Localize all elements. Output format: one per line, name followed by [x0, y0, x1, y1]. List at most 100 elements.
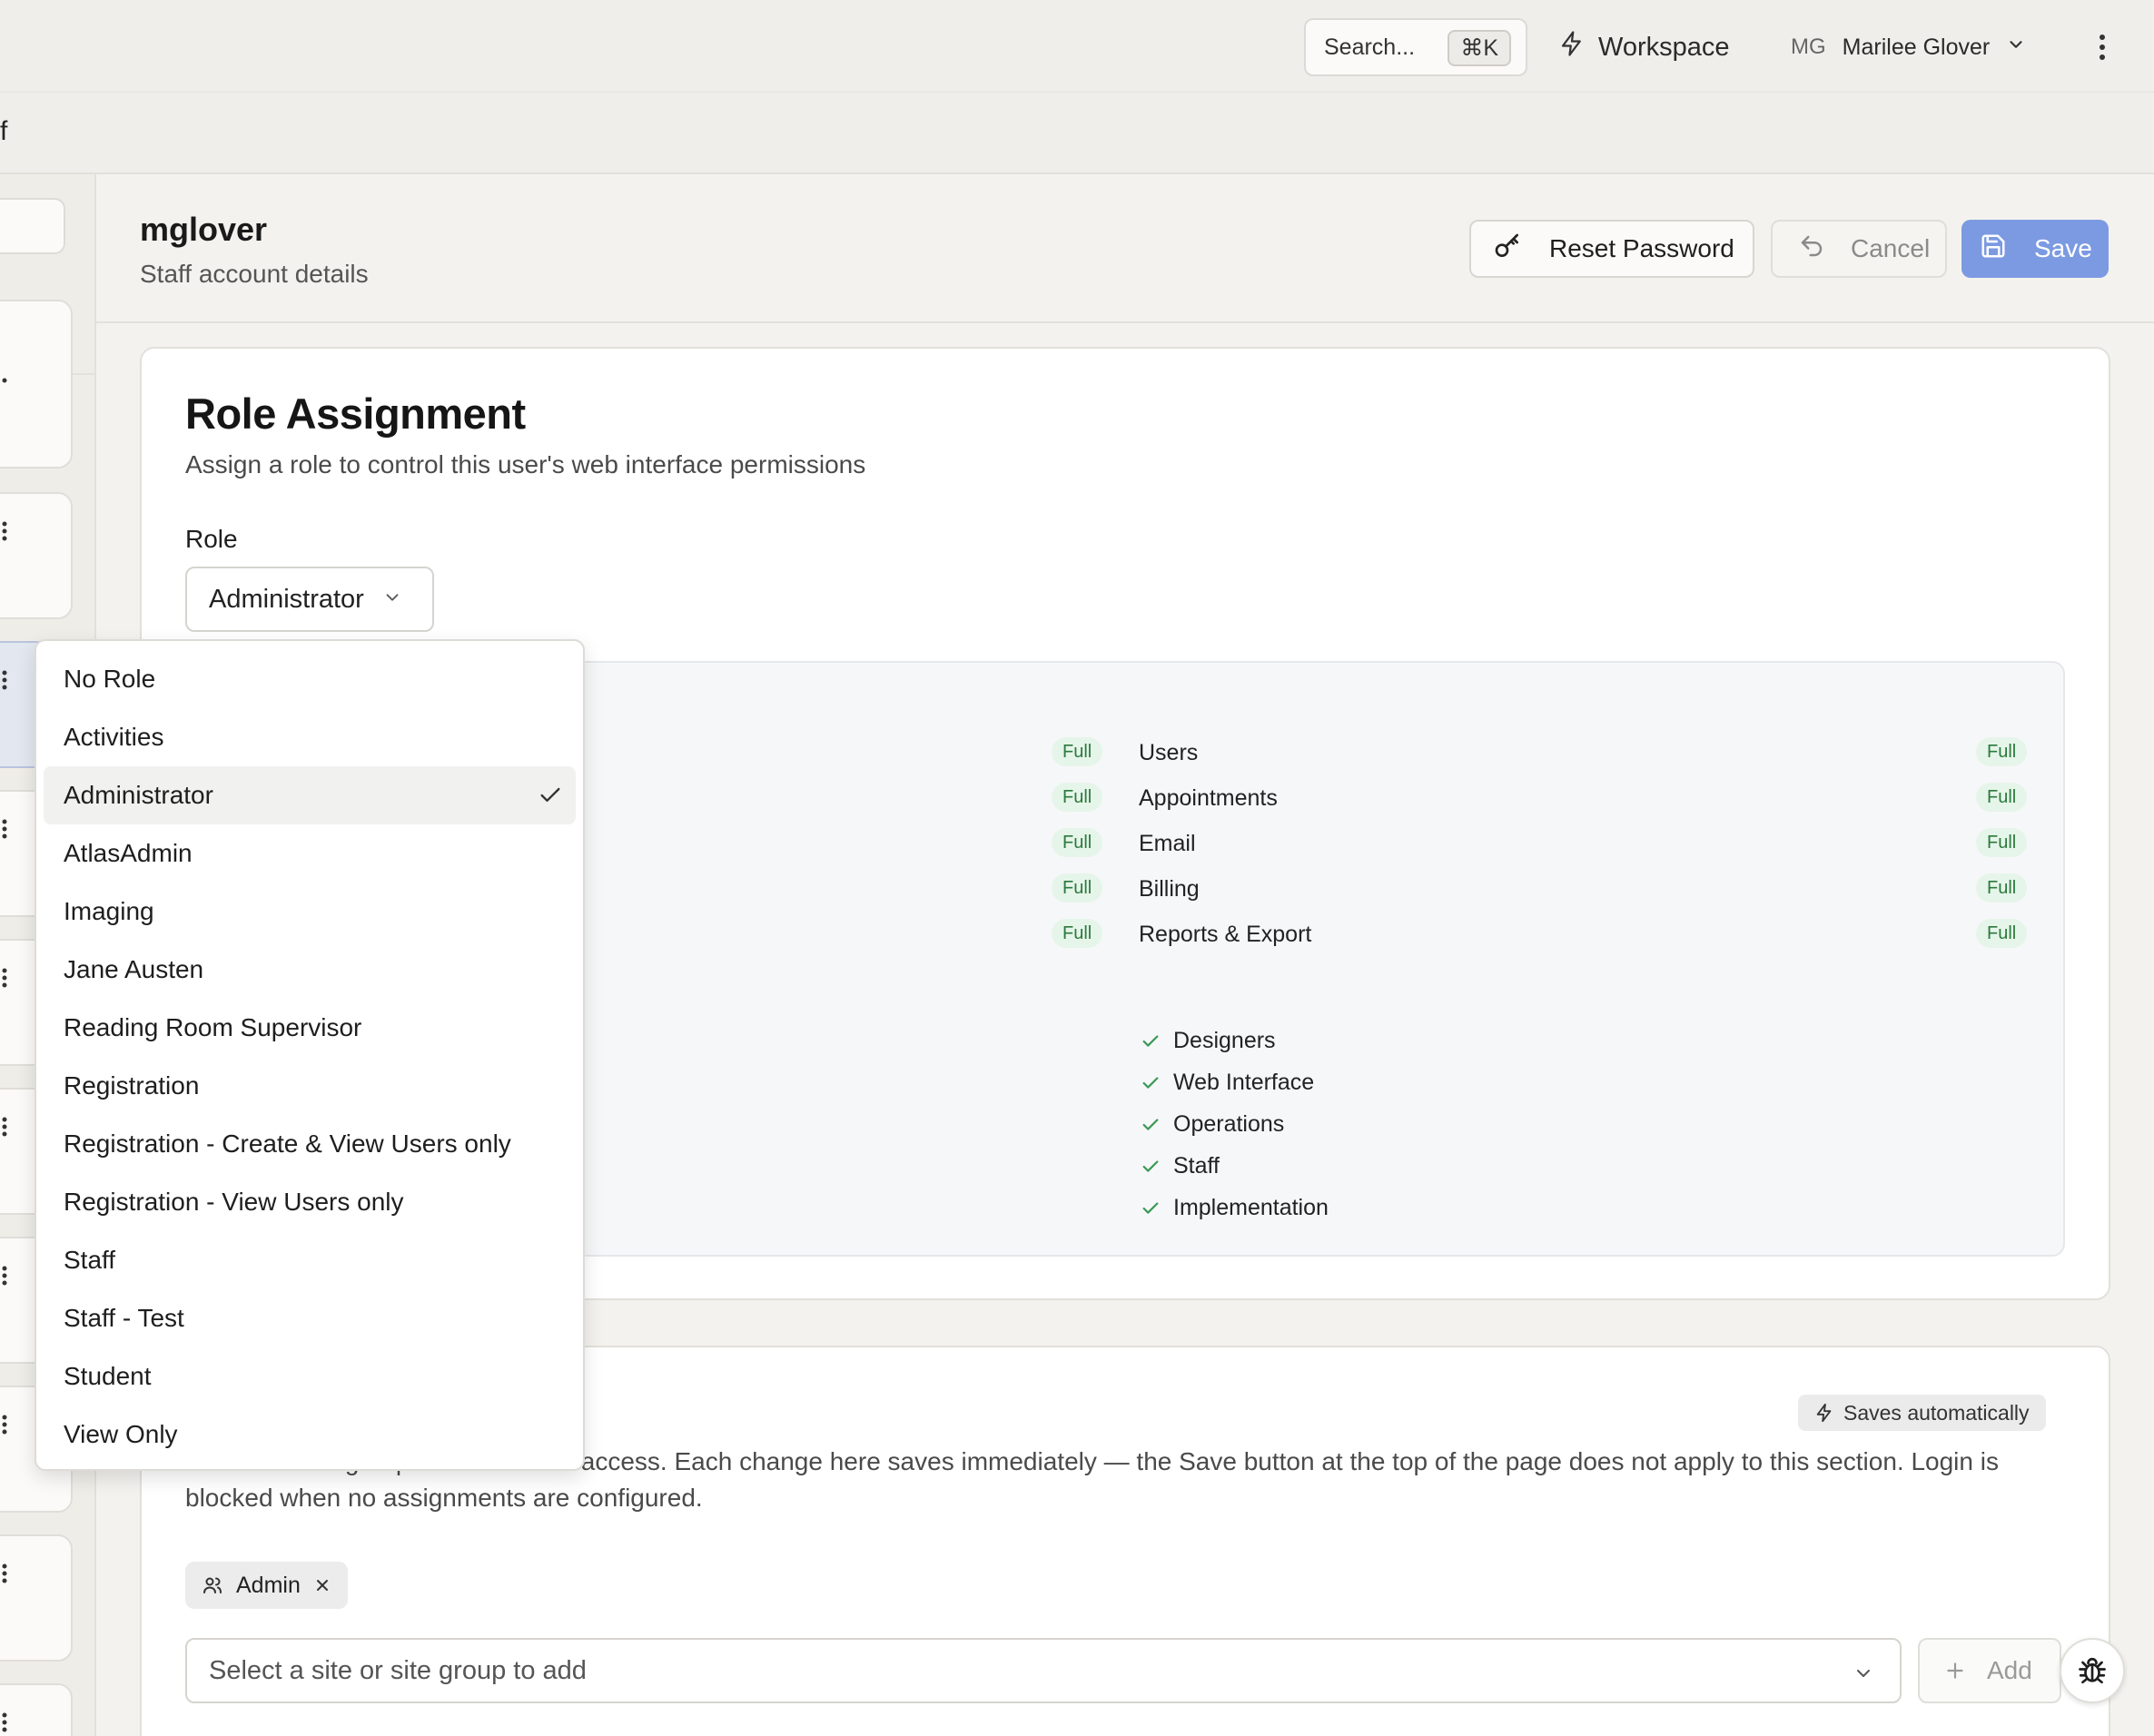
reset-password-button[interactable]: Reset Password	[1469, 220, 1754, 278]
role-option[interactable]: Registration - View Users only	[44, 1173, 576, 1231]
permission-name: Billing	[1139, 876, 1200, 903]
add-site-button[interactable]: Add	[1918, 1638, 2061, 1703]
undo-icon	[1798, 232, 1825, 266]
role-option[interactable]: No Role	[44, 650, 576, 708]
list-item[interactable]	[0, 492, 73, 619]
list-item[interactable]	[0, 1534, 73, 1662]
plus-icon	[1943, 1659, 1967, 1682]
role-option-label: Student	[64, 1362, 152, 1391]
users-icon	[202, 1574, 223, 1596]
role-option[interactable]: Registration - Create & View Users only	[44, 1115, 576, 1173]
check-icon	[538, 783, 563, 808]
role-option[interactable]: Registration	[44, 1057, 576, 1115]
role-option-label: Administrator	[64, 781, 213, 810]
kebab-icon[interactable]	[2, 1117, 7, 1137]
kebab-icon[interactable]	[2, 670, 7, 690]
site-chip-label: Admin	[236, 1573, 301, 1599]
permission-badge: Full	[1052, 783, 1102, 812]
page-subtitle: Staff account details	[140, 260, 369, 289]
check-icon	[1141, 1115, 1161, 1135]
save-button[interactable]: Save	[1961, 220, 2109, 278]
capability-label: Designers	[1173, 1028, 1276, 1054]
capability-label: Implementation	[1173, 1195, 1329, 1221]
chevron-down-icon	[1853, 1662, 1874, 1692]
kebab-icon[interactable]	[2, 521, 7, 541]
check-icon	[1141, 1157, 1161, 1177]
role-option-label: Registration	[64, 1071, 199, 1100]
role-option[interactable]: AtlasAdmin	[44, 824, 576, 883]
role-option[interactable]: Jane Austen	[44, 941, 576, 999]
cancel-button[interactable]: Cancel	[1771, 220, 1947, 278]
role-option-label: Registration - Create & View Users only	[64, 1129, 511, 1159]
kebab-icon[interactable]	[2, 1266, 7, 1286]
role-option[interactable]: Activities	[44, 708, 576, 766]
permission-badge: Full	[1052, 828, 1102, 857]
sub-bar: f	[0, 93, 2154, 174]
permission-badge: Full	[1976, 783, 2027, 812]
global-search[interactable]: Search... ⌘K	[1304, 18, 1527, 76]
workspace-button[interactable]: Workspace	[1558, 24, 1730, 71]
cancel-label: Cancel	[1851, 234, 1930, 263]
kebab-icon[interactable]	[2, 968, 7, 988]
role-option-label: View Only	[64, 1420, 178, 1449]
lightning-icon	[1814, 1403, 1834, 1423]
list-item[interactable]	[0, 1683, 73, 1736]
key-icon	[1493, 232, 1522, 267]
capability-item: Designers	[1141, 1028, 1276, 1054]
role-option-label: Activities	[64, 723, 163, 752]
role-label: Role	[185, 525, 238, 554]
chevron-down-icon	[382, 585, 402, 615]
capability-item: Implementation	[1141, 1195, 1329, 1221]
permission-name: Appointments	[1139, 785, 1278, 812]
permission-badge: Full	[1976, 873, 2027, 903]
capability-label: Staff	[1173, 1153, 1220, 1179]
kebab-icon[interactable]	[2, 1563, 7, 1583]
avatar: MG	[1791, 35, 1826, 60]
capability-item: Web Interface	[1141, 1070, 1314, 1096]
role-option[interactable]: View Only	[44, 1406, 576, 1464]
kebab-icon[interactable]	[2, 378, 7, 398]
role-option[interactable]: Reading Room Supervisor	[44, 999, 576, 1057]
bug-report-button[interactable]	[2060, 1638, 2125, 1703]
site-select[interactable]: Select a site or site group to add	[185, 1638, 1902, 1703]
permission-name: Users	[1139, 740, 1198, 766]
close-icon[interactable]	[313, 1576, 331, 1594]
role-option[interactable]: Imaging	[44, 883, 576, 941]
role-select-value: Administrator	[209, 585, 364, 615]
shortcut-badge: ⌘K	[1448, 30, 1511, 66]
role-option-label: Registration - View Users only	[64, 1188, 404, 1217]
chevron-down-icon	[2006, 35, 2026, 61]
permission-name: Reports & Export	[1139, 922, 1311, 948]
top-bar: Search... ⌘K Workspace MG Marilee Glover	[0, 0, 2154, 93]
lightning-icon	[1558, 29, 1586, 65]
role-option[interactable]: Staff - Test	[44, 1289, 576, 1347]
user-name: Marilee Glover	[1843, 35, 1991, 61]
role-option-label: AtlasAdmin	[64, 839, 193, 868]
list-item[interactable]	[0, 300, 73, 469]
bug-icon	[2076, 1654, 2109, 1687]
kebab-icon[interactable]	[2, 1415, 7, 1435]
page-title: mglover	[140, 211, 267, 249]
role-assignment-description: Assign a role to control this user's web…	[185, 450, 865, 479]
permission-badge: Full	[1976, 828, 2027, 857]
kebab-icon[interactable]	[2, 819, 7, 839]
capability-item: Operations	[1141, 1111, 1284, 1138]
list-search-input[interactable]	[0, 198, 65, 254]
role-option[interactable]: Staff	[44, 1231, 576, 1289]
permission-badge: Full	[1052, 873, 1102, 903]
role-option-selected[interactable]: Administrator	[44, 766, 576, 824]
role-option-label: Jane Austen	[64, 955, 203, 984]
search-placeholder: Search...	[1324, 35, 1415, 61]
permission-name: Email	[1139, 831, 1196, 857]
role-select[interactable]: Administrator	[185, 567, 434, 632]
subbar-text: f	[0, 116, 7, 147]
kebab-icon[interactable]	[2, 1712, 7, 1732]
role-option-label: No Role	[64, 665, 155, 694]
more-menu-kebab-icon[interactable]	[2089, 27, 2116, 67]
site-select-placeholder: Select a site or site group to add	[209, 1656, 587, 1686]
check-icon	[1141, 1073, 1161, 1093]
save-icon	[1980, 232, 2007, 266]
user-menu[interactable]: MG Marilee Glover	[1791, 24, 2026, 71]
role-option[interactable]: Student	[44, 1347, 576, 1406]
role-option-label: Reading Room Supervisor	[64, 1013, 361, 1042]
